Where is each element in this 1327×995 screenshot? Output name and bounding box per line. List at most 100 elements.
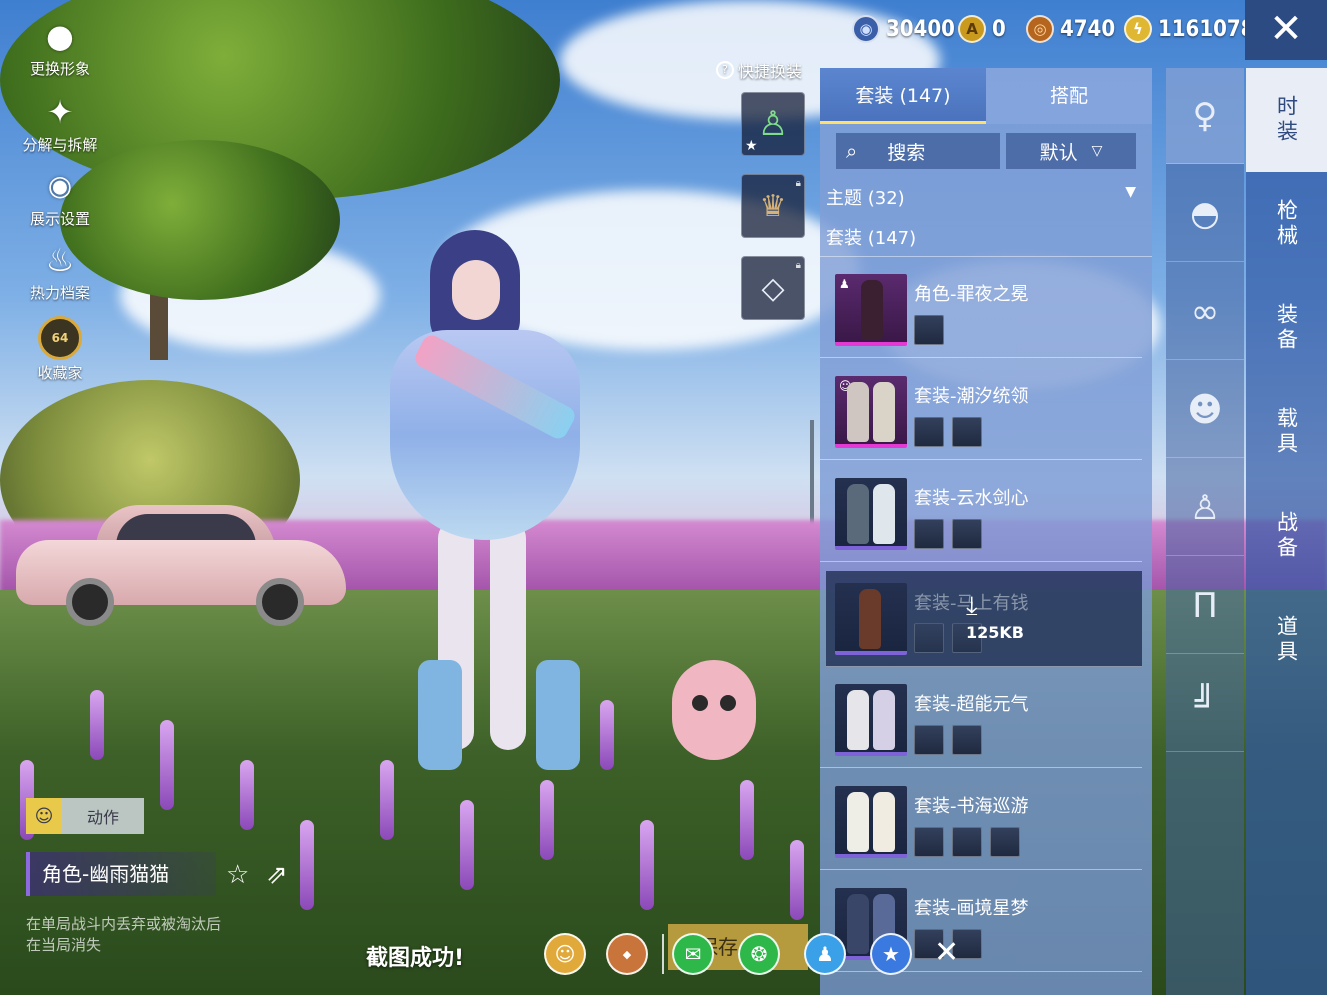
flower xyxy=(300,820,314,910)
quick-slot-diamond[interactable]: ◇ 🔒︎ xyxy=(741,256,805,320)
sub-item-thumbnail xyxy=(952,519,982,549)
list-item[interactable]: 套装-超能元气 xyxy=(820,668,1142,768)
search-input[interactable]: ⌕ 搜索 xyxy=(836,133,1000,169)
qq-icon[interactable]: ♟ xyxy=(804,933,846,975)
list-item[interactable]: ♟ 角色-罪夜之冕 xyxy=(820,258,1142,358)
sub-item-thumbnail xyxy=(914,623,944,653)
flower xyxy=(90,690,104,760)
tab-firearms[interactable]: 枪械 xyxy=(1246,172,1327,276)
list-item-selected[interactable]: 套装-马上有钱 ⤓ 125KB xyxy=(826,571,1142,667)
flower xyxy=(160,720,174,810)
outfit-figure-icon[interactable]: ♙ xyxy=(1166,460,1244,556)
suits-header: 套装 (147) xyxy=(826,224,1142,250)
menu-label: 更换形象 xyxy=(29,60,90,78)
close-button[interactable]: ✕ xyxy=(1245,0,1327,60)
item-thumbnail xyxy=(835,684,907,756)
list-item[interactable]: 套装-书海巡游 xyxy=(820,770,1142,870)
display-settings-button[interactable]: ◉ 展示设置 xyxy=(0,166,120,229)
sports-car xyxy=(16,500,346,626)
character-icon[interactable]: ♀ xyxy=(1166,68,1244,164)
item-thumbnail xyxy=(835,478,907,550)
flame-icon: ♨ xyxy=(45,241,75,279)
close-icon: ✕ xyxy=(1269,6,1303,52)
flower xyxy=(790,840,804,920)
tab-fashion[interactable]: 时装 xyxy=(1246,68,1327,172)
sort-dropdown[interactable]: 默认 ▽ xyxy=(1006,133,1136,169)
dropdown-arrow-icon: ▼ xyxy=(1125,184,1136,200)
item-thumbnail: ♟ xyxy=(835,274,907,346)
collector-button[interactable]: 64 收藏家 xyxy=(0,316,120,383)
sub-item-thumbnail xyxy=(952,725,982,755)
divider xyxy=(820,256,1152,257)
panel-tabs: 套装 (147) 搭配 xyxy=(820,68,1152,124)
theme-header[interactable]: 主题 (32) ▼ xyxy=(826,184,1142,210)
decompose-button[interactable]: ✦ 分解与拆解 xyxy=(0,92,120,155)
divider xyxy=(662,934,664,974)
item-title: 角色-罪夜之冕 xyxy=(914,284,1029,305)
action-button[interactable]: ☺ 动作 xyxy=(26,798,144,834)
qzone-icon[interactable]: ★ xyxy=(870,933,912,975)
glasses-icon[interactable]: ∞ xyxy=(1166,264,1244,360)
lock-icon: 🔒︎ xyxy=(795,260,801,271)
currency-lightning[interactable]: ϟ 1161078 xyxy=(1124,10,1254,48)
boots-icon[interactable]: ╝ xyxy=(1166,656,1244,752)
diamond-icon: ◇ xyxy=(761,270,785,306)
quick-change-label[interactable]: ? 快捷换装 xyxy=(716,58,802,82)
pants-icon[interactable]: Π xyxy=(1166,558,1244,654)
main-category-column: 时装 枪械 装备 载具 战备 道具 xyxy=(1246,68,1327,995)
theme-header-label: 主题 (32) xyxy=(826,188,905,209)
quick-slot-trophy[interactable]: ♛ 🔒︎ xyxy=(741,174,805,238)
moments-icon[interactable]: ❂ xyxy=(738,933,780,975)
currency-gold-a[interactable]: A 0 xyxy=(958,10,1006,48)
item-title: 套装-潮汐统领 xyxy=(914,386,1029,407)
peace-elite-icon[interactable]: ◆ xyxy=(606,933,648,975)
outfit-figure-icon: ♙ xyxy=(757,104,789,144)
tab-match[interactable]: 搭配 xyxy=(986,68,1152,124)
action-label: 动作 xyxy=(86,808,119,827)
sub-item-thumbnail xyxy=(914,417,944,447)
share-icon[interactable]: ⇗ xyxy=(266,860,288,890)
sub-item-thumbnail xyxy=(914,827,944,857)
currency-blue[interactable]: ◉ 30400 xyxy=(852,10,955,48)
list-item[interactable]: ☺ 套装-潮汐统领 xyxy=(820,360,1142,460)
list-item[interactable]: 套装-云水剑心 xyxy=(820,462,1142,562)
quick-slot-outfit[interactable]: ♙ ★ xyxy=(741,92,805,156)
item-title: 套装-书海巡游 xyxy=(914,796,1029,817)
flower xyxy=(640,820,654,910)
currency-bronze[interactable]: ◎ 4740 xyxy=(1026,10,1115,48)
puzzle-icon: ✦ xyxy=(46,93,74,131)
menu-label: 热力档案 xyxy=(29,284,90,302)
role-note-line: 在当局消失 xyxy=(26,936,102,954)
flower xyxy=(380,760,394,840)
download-icon[interactable]: ⤓ xyxy=(966,591,978,622)
mask-icon[interactable]: ☻ xyxy=(1166,362,1244,458)
avatar-share-icon[interactable]: ☺ xyxy=(544,933,586,975)
list-item[interactable]: 套装-画境星梦 xyxy=(820,872,1142,972)
wechat-icon[interactable]: ✉ xyxy=(672,933,714,975)
sub-item-thumbnail xyxy=(914,315,944,345)
heat-archive-button[interactable]: ♨ 热力档案 xyxy=(0,240,120,303)
sub-item-thumbnail xyxy=(952,417,982,447)
tab-items[interactable]: 道具 xyxy=(1246,588,1327,692)
menu-label: 展示设置 xyxy=(29,210,90,228)
currency-value: 4740 xyxy=(1060,16,1116,42)
avatar-icon: ● xyxy=(46,17,74,55)
tab-equipment[interactable]: 装备 xyxy=(1246,276,1327,380)
search-icon: ⌕ xyxy=(846,139,858,163)
gold-a-coin-icon: A xyxy=(958,15,986,43)
favorite-star-icon[interactable]: ☆ xyxy=(226,860,249,890)
bronze-coin-icon: ◎ xyxy=(1026,15,1054,43)
suits-header-label: 套装 (147) xyxy=(826,228,917,249)
menu-label: 分解与拆解 xyxy=(22,136,98,154)
cap-icon[interactable]: ◓ xyxy=(1166,166,1244,262)
currency-value: 30400 xyxy=(886,16,955,42)
tab-suits[interactable]: 套装 (147) xyxy=(820,68,986,124)
tab-vehicles[interactable]: 载具 xyxy=(1246,380,1327,484)
trophy-icon: ♛ xyxy=(759,188,787,224)
download-size: 125KB xyxy=(966,623,1024,642)
quick-change-text: 快捷换装 xyxy=(738,62,803,81)
tab-combat-prep[interactable]: 战备 xyxy=(1246,484,1327,588)
item-thumbnail xyxy=(835,583,907,655)
change-appearance-button[interactable]: ● 更换形象 xyxy=(0,16,120,79)
close-icon[interactable]: ✕ xyxy=(934,935,959,970)
